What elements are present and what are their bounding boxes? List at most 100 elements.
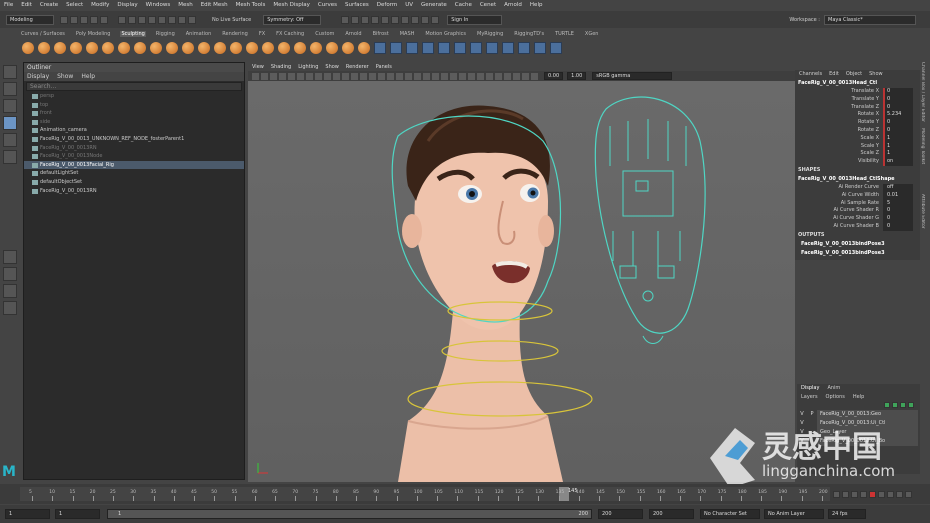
range-slider[interactable]: 1 200 [107, 509, 592, 519]
fps-dropdown[interactable]: 24 fps [828, 509, 866, 519]
sculpt-brush-icon[interactable] [246, 42, 258, 54]
outliner-menu-display[interactable]: Display [27, 72, 49, 81]
viewport-menu-show[interactable]: Show [325, 64, 339, 70]
toggle-panel2-icon[interactable] [431, 15, 440, 24]
layer-menu-layers[interactable]: Layers [801, 393, 818, 402]
scale-tool-icon[interactable] [3, 150, 17, 164]
shelf-tab-10[interactable]: Bifrost [372, 31, 390, 37]
shelf-tab-9[interactable]: Arnold [344, 31, 362, 37]
sculpt-brush-icon[interactable] [102, 42, 114, 54]
toggle-panel-icon[interactable] [421, 15, 430, 24]
side-pane-icon[interactable] [3, 284, 17, 298]
colorspace-dropdown[interactable]: sRGB gamma [592, 72, 673, 80]
step-back-icon[interactable] [842, 490, 849, 498]
step-forward-icon[interactable] [896, 490, 903, 498]
menu-cenet[interactable]: Cenet [480, 2, 496, 8]
shelf-tab-11[interactable]: MASH [399, 31, 416, 37]
sculpt-brush-icon[interactable] [70, 42, 82, 54]
viewport-tool-icon[interactable] [351, 72, 358, 80]
sign-in-button[interactable]: Sign In [447, 14, 503, 25]
time-ruler[interactable]: 145 5 10 15 20 25 30 35 40 45 50 55 60 65 70 75 80 85 90 9… [20, 487, 830, 501]
sculpt-brush-icon[interactable] [358, 42, 370, 54]
shelf-tab-6[interactable]: FX [258, 31, 266, 37]
attr-row[interactable]: Ai Curve Shader B 0 [795, 222, 920, 231]
attr-row[interactable]: Scale Y 1 [795, 142, 920, 151]
viewport-menu-panels[interactable]: Panels [376, 64, 392, 70]
shelf-tab-15[interactable]: TURTLE [554, 31, 575, 37]
outliner-menu-show[interactable]: Show [57, 72, 73, 81]
menu-display[interactable]: Display [117, 2, 137, 8]
outliner-item[interactable]: persp [24, 92, 244, 101]
lasso-tool-icon[interactable] [3, 82, 17, 96]
viewport-tool-icon[interactable] [396, 72, 403, 80]
shelf-tool-icon[interactable] [470, 42, 482, 54]
live-surface-label[interactable]: No Live Surface [212, 17, 251, 23]
menu-mesh-tools[interactable]: Mesh Tools [236, 2, 266, 8]
right-tab-2[interactable]: Attribute Editor [920, 194, 925, 256]
menu-create[interactable]: Create [40, 2, 58, 8]
viewport-tool-icon[interactable] [306, 72, 313, 80]
step-back-key-icon[interactable] [851, 490, 858, 498]
viewport-tool-icon[interactable] [531, 72, 538, 80]
shelf-tool-icon[interactable] [390, 42, 402, 54]
viewport-tool-icon[interactable] [360, 72, 367, 80]
play-forward-icon[interactable] [878, 490, 885, 498]
four-pane-icon[interactable] [3, 267, 17, 281]
menu-arnold[interactable]: Arnold [504, 2, 522, 8]
record-icon[interactable] [869, 490, 876, 498]
menu-curves[interactable]: Curves [318, 2, 337, 8]
layer-tab-anim[interactable]: Anim [827, 384, 840, 393]
outliner-pane-icon[interactable] [3, 301, 17, 315]
layer-up-icon[interactable] [884, 402, 890, 408]
attr-row[interactable]: Scale Z 1 [795, 150, 920, 159]
attr-value[interactable]: 0.01 [883, 191, 913, 200]
menu-help[interactable]: Help [530, 2, 543, 8]
shelf-tab-4[interactable]: Animation [185, 31, 213, 37]
sculpt-brush-icon[interactable] [86, 42, 98, 54]
sculpt-brush-icon[interactable] [118, 42, 130, 54]
rotate-tool-icon[interactable] [3, 133, 17, 147]
attr-value[interactable]: 1 [883, 142, 913, 151]
viewport-tool-icon[interactable] [477, 72, 484, 80]
attr-value[interactable]: off [883, 183, 913, 192]
shelf-tab-3[interactable]: Rigging [155, 31, 176, 37]
attr-row[interactable]: Visibility on [795, 158, 920, 166]
channel-menu-channels[interactable]: Channels [799, 70, 822, 79]
paint-select-icon[interactable] [3, 99, 17, 113]
attr-row[interactable]: Ai Curve Shader G 0 [795, 215, 920, 223]
sculpt-brush-icon[interactable] [150, 42, 162, 54]
hypershade-icon[interactable] [371, 15, 380, 24]
new-layer-icon[interactable] [900, 402, 906, 408]
attr-value[interactable]: 1 [883, 150, 913, 159]
viewport-tool-icon[interactable] [513, 72, 520, 80]
outliner-item[interactable]: FaceRig_V_00_0013_UNKNOWN_REF_NODE_foste… [24, 135, 244, 144]
attr-value[interactable]: 0 [883, 95, 913, 104]
new-scene-icon[interactable] [60, 15, 68, 24]
redo-icon[interactable] [100, 15, 108, 24]
shelf-tab-0[interactable]: Curves / Surfaces [20, 31, 66, 37]
character-set-dropdown[interactable]: No Character Set [700, 509, 760, 519]
attr-value[interactable]: 0 [883, 103, 913, 112]
attr-row[interactable]: Translate Y 0 [795, 95, 920, 104]
snap-surface-icon[interactable] [188, 15, 196, 24]
render-setup-icon[interactable] [391, 15, 400, 24]
shelf-tool-icon[interactable] [454, 42, 466, 54]
go-end-icon[interactable] [905, 490, 912, 498]
outliner-item[interactable]: side [24, 118, 244, 127]
viewport-tool-icon[interactable] [279, 72, 286, 80]
attr-value[interactable]: 0 [883, 215, 913, 223]
menu-deform[interactable]: Deform [377, 2, 397, 8]
snap-grid-icon[interactable] [148, 15, 156, 24]
sculpt-brush-icon[interactable] [262, 42, 274, 54]
playback-end-field[interactable]: 200 [598, 509, 643, 519]
ipr-icon[interactable] [351, 15, 360, 24]
mode-dropdown[interactable]: Modeling [6, 14, 54, 25]
viewport-tool-icon[interactable] [459, 72, 466, 80]
gamma-field[interactable]: 1.00 [567, 72, 587, 80]
step-forward-key-icon[interactable] [887, 490, 894, 498]
channel-object-name[interactable]: FaceRig_V_00_0013Head_Ctl [795, 79, 920, 88]
sculpt-brush-icon[interactable] [182, 42, 194, 54]
menu-surfaces[interactable]: Surfaces [345, 2, 369, 8]
outliner-menu-help[interactable]: Help [81, 72, 95, 81]
shelf-tab-2[interactable]: Sculpting [120, 30, 146, 37]
